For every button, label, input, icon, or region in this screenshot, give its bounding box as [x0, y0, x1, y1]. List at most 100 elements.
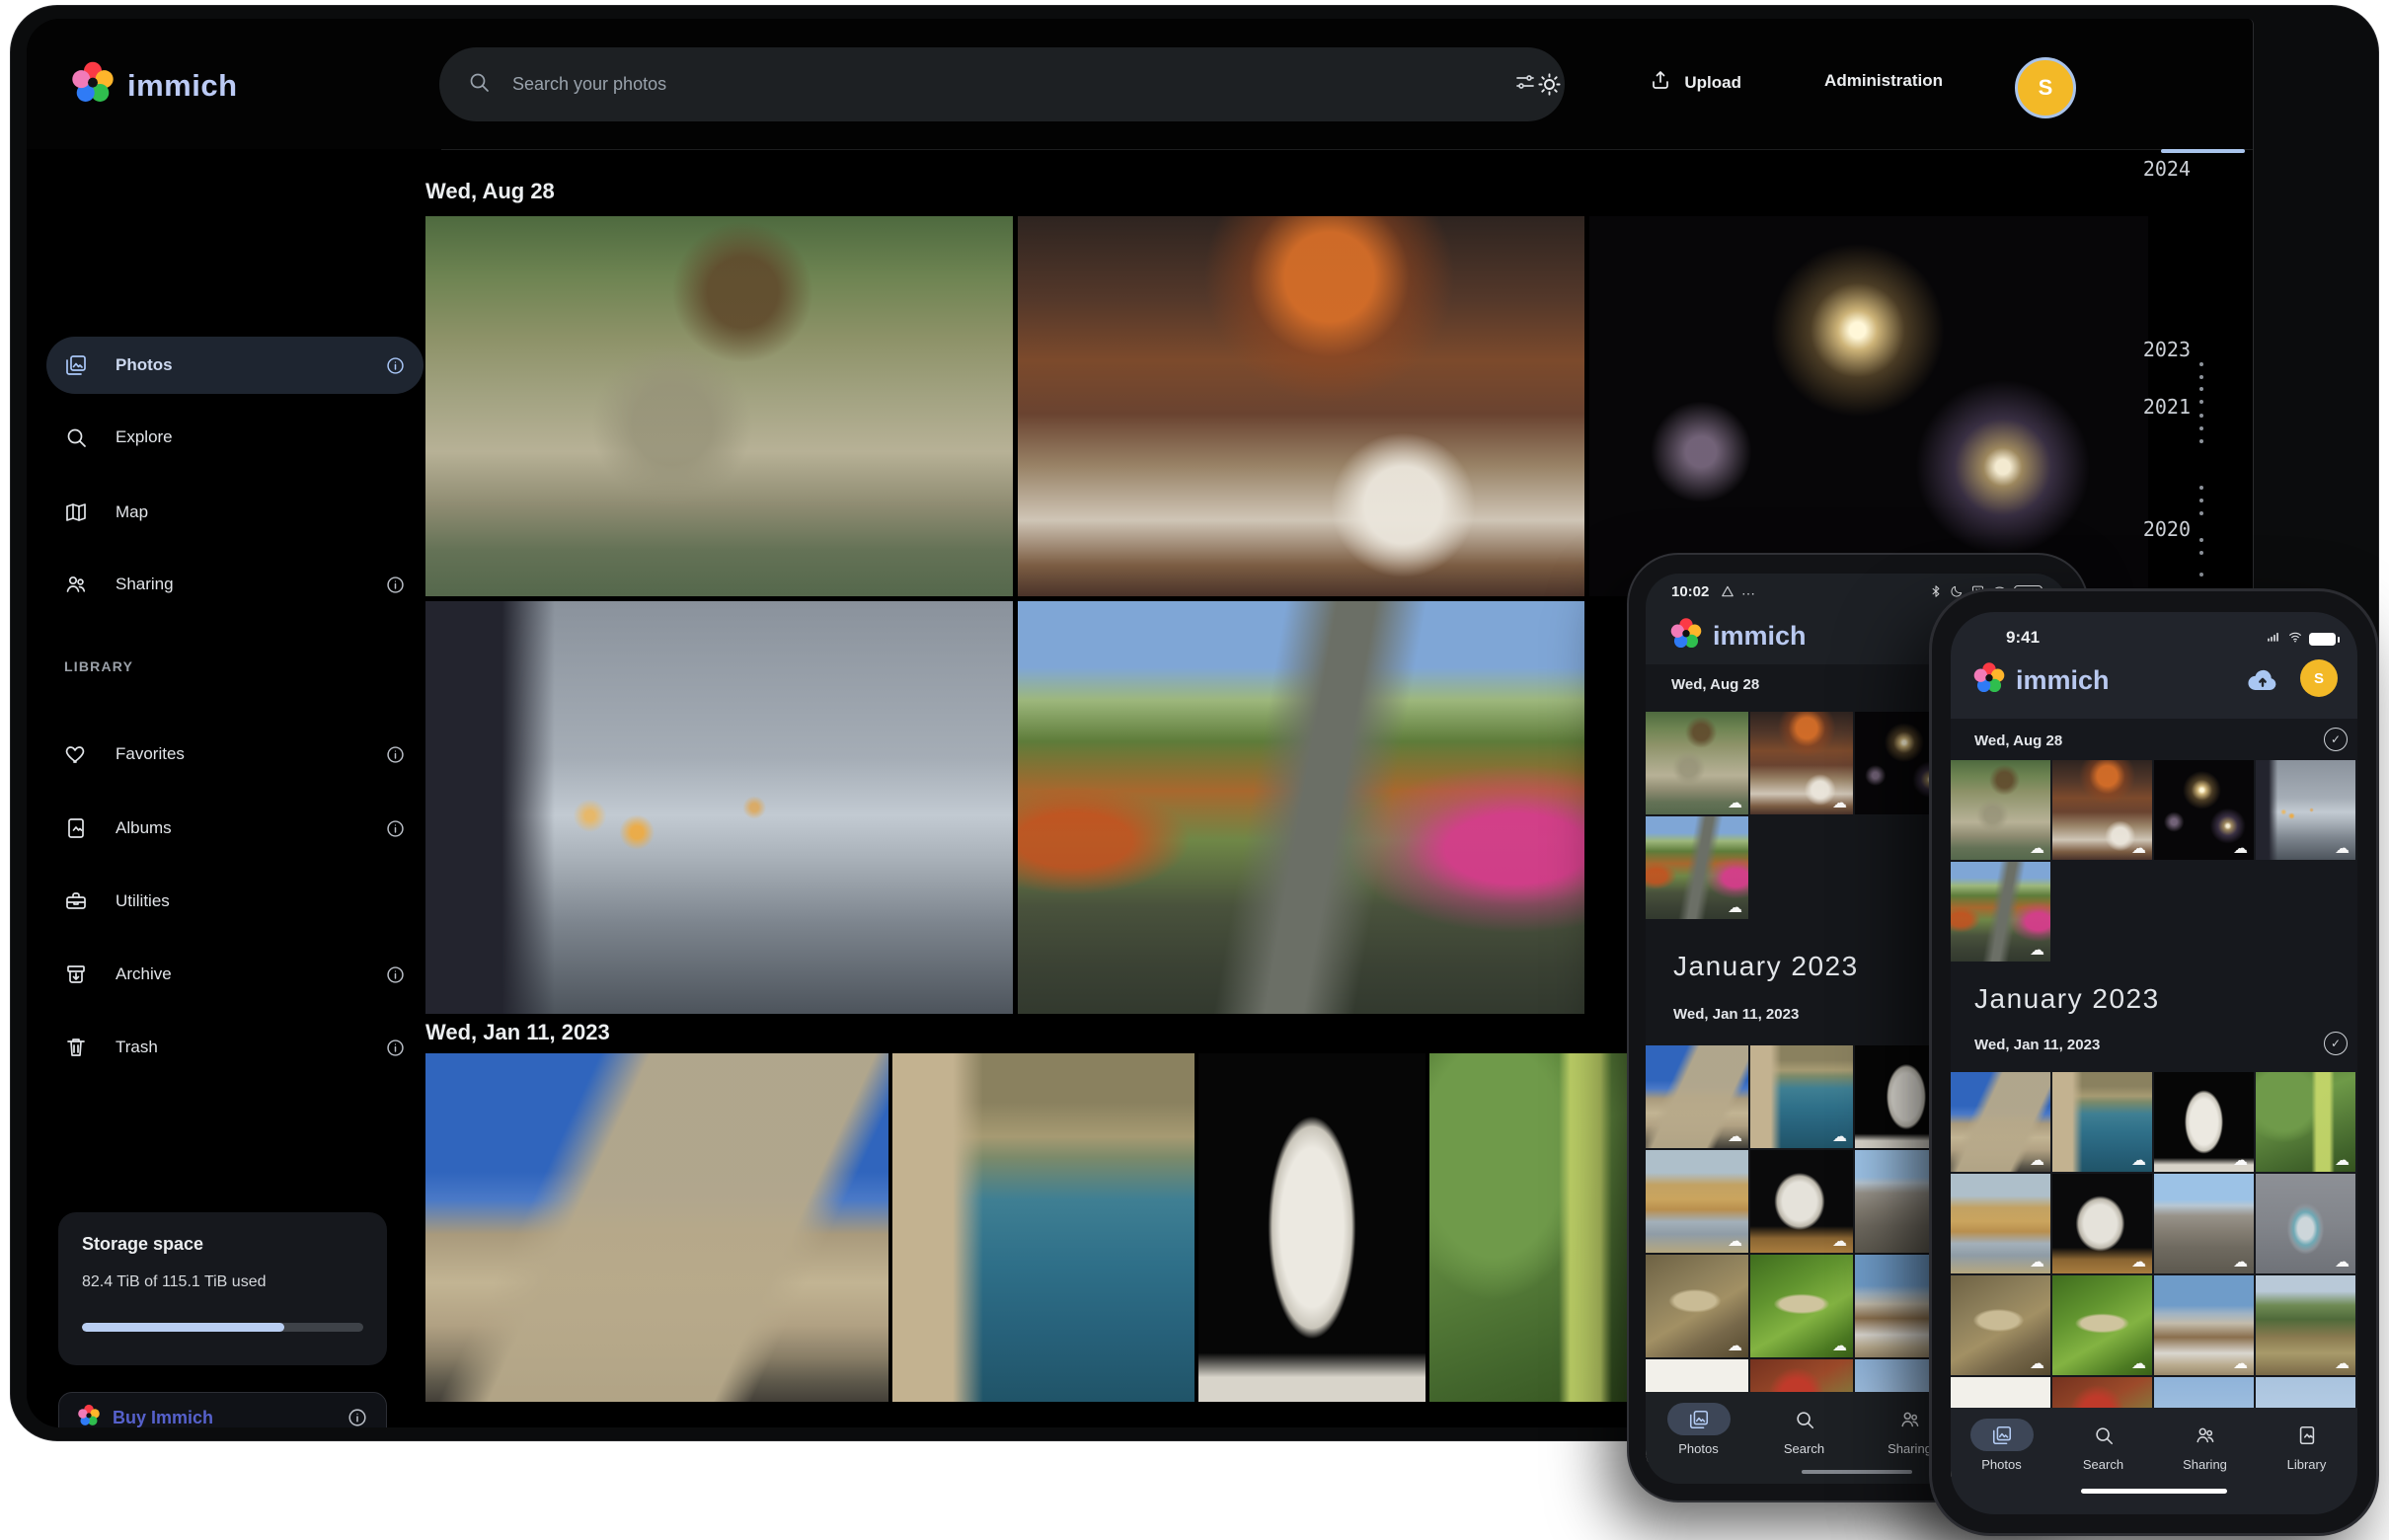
- photo-lizard2[interactable]: ☁: [1750, 1255, 1853, 1357]
- home-indicator[interactable]: [1802, 1470, 1912, 1474]
- photo-berries[interactable]: ☁: [2256, 1072, 2355, 1172]
- administration-link[interactable]: Administration: [1824, 71, 1943, 91]
- select-day-check-icon[interactable]: ✓: [2324, 1032, 2348, 1055]
- sidebar-item-favorites[interactable]: Favorites: [46, 726, 424, 783]
- scrubber-dot[interactable]: [2199, 400, 2203, 404]
- photo-bust[interactable]: ☁: [2154, 1072, 2254, 1172]
- cloud-sync-icon: ☁: [2233, 1356, 2248, 1371]
- sidebar-item-photos[interactable]: Photos: [46, 337, 424, 394]
- nav-tab-photos[interactable]: Photos: [1646, 1392, 1751, 1484]
- immich-logo[interactable]: immich: [70, 60, 238, 111]
- info-icon[interactable]: [385, 355, 406, 376]
- info-icon[interactable]: [385, 818, 406, 839]
- scrubber-dot[interactable]: [2199, 486, 2203, 490]
- photo-coastal[interactable]: [892, 1053, 1194, 1402]
- cloud-sync-icon: ☁: [2030, 943, 2044, 958]
- photo-hands[interactable]: ☁: [2256, 760, 2355, 860]
- photo-fortress[interactable]: ☁: [1646, 1045, 1748, 1148]
- upload-icon: [1649, 68, 1672, 97]
- info-icon[interactable]: [385, 964, 406, 985]
- status-time: 10:02: [1671, 583, 1709, 600]
- sidebar-item-explore[interactable]: Explore: [46, 409, 424, 466]
- scrubber-dot[interactable]: [2199, 551, 2203, 555]
- photo-dinner[interactable]: ☁: [1750, 712, 1853, 814]
- info-icon[interactable]: [347, 1407, 368, 1427]
- info-icon[interactable]: [385, 744, 406, 765]
- cloud-sync-icon: ☁: [2233, 841, 2248, 856]
- nav-tab-library[interactable]: Library: [2256, 1408, 2357, 1514]
- theme-toggle-sun-icon[interactable]: [1536, 71, 1563, 103]
- photo-lizard2[interactable]: ☁: [2052, 1275, 2152, 1375]
- photo-coastal[interactable]: ☁: [2052, 1072, 2152, 1172]
- sidebar-item-albums[interactable]: Albums: [46, 800, 424, 857]
- photo-monkeys[interactable]: ☁: [1951, 760, 2050, 860]
- photo-coastal[interactable]: ☁: [1750, 1045, 1853, 1148]
- immich-mobile-app: 9:41 immich S Wed, Aug 28 ✓ ☁☁☁☁☁ Januar…: [1951, 612, 2357, 1514]
- scrubber-year-2020[interactable]: 2020: [2121, 517, 2191, 541]
- scrubber-dot[interactable]: [2199, 426, 2203, 430]
- sidebar-item-map[interactable]: Map: [46, 484, 424, 541]
- nav-tab-photos[interactable]: Photos: [1951, 1408, 2052, 1514]
- photo-fireworks[interactable]: [1589, 216, 2148, 596]
- scrubber-year-2024[interactable]: 2024: [2121, 157, 2191, 181]
- select-day-check-icon[interactable]: ✓: [2324, 728, 2348, 751]
- scrubber-dot[interactable]: [2199, 538, 2203, 542]
- scrubber-dot[interactable]: [2199, 375, 2203, 379]
- scrubber-year-2021[interactable]: 2021: [2121, 395, 2191, 419]
- photo-cliff[interactable]: ☁: [1646, 1150, 1748, 1253]
- scrubber-dot[interactable]: [2199, 387, 2203, 391]
- photo-fortress[interactable]: ☁: [1951, 1072, 2050, 1172]
- photo-cliff[interactable]: ☁: [1951, 1174, 2050, 1273]
- photo-ornament[interactable]: ☁: [2256, 1174, 2355, 1273]
- scrubber-dot[interactable]: [2199, 439, 2203, 443]
- upload-button[interactable]: Upload: [1649, 68, 1741, 97]
- photo-monkeys[interactable]: [425, 216, 1013, 596]
- user-avatar[interactable]: S: [2015, 57, 2076, 118]
- photo-bust[interactable]: [1198, 1053, 1426, 1402]
- sidebar-item-utilities[interactable]: Utilities: [46, 873, 424, 930]
- photo-autumn[interactable]: ☁: [1646, 816, 1748, 919]
- photo-dinner[interactable]: [1018, 216, 1584, 596]
- trash-icon: [64, 1036, 88, 1059]
- backup-cloud-icon[interactable]: [2245, 663, 2280, 704]
- nav-tab-sharing[interactable]: Sharing: [2154, 1408, 2256, 1514]
- nav-tab-search[interactable]: Search: [2052, 1408, 2154, 1514]
- sidebar-item-label: Explore: [116, 427, 406, 447]
- info-icon[interactable]: [385, 575, 406, 595]
- photo-monkeys[interactable]: ☁: [1646, 712, 1748, 814]
- photo-figure[interactable]: ☁: [2052, 1174, 2152, 1273]
- scrubber-year-2023[interactable]: 2023: [2121, 338, 2191, 361]
- photo-lizard1[interactable]: ☁: [1646, 1255, 1748, 1357]
- home-indicator[interactable]: [2081, 1489, 2227, 1494]
- photo-fireworks[interactable]: ☁: [2154, 760, 2254, 860]
- info-icon[interactable]: [385, 1038, 406, 1058]
- scrubber-dot[interactable]: [2199, 511, 2203, 515]
- photo-ruins[interactable]: ☁: [2154, 1174, 2254, 1273]
- photo-dinner[interactable]: ☁: [2052, 760, 2152, 860]
- photo-church[interactable]: ☁: [2154, 1275, 2254, 1375]
- date-header-aug: Wed, Aug 28: [425, 179, 555, 204]
- scrubber-dot[interactable]: [2199, 362, 2203, 366]
- scrubber-dot[interactable]: [2199, 573, 2203, 577]
- scrubber-position-indicator[interactable]: [2161, 149, 2245, 153]
- photo-lizard1[interactable]: ☁: [1951, 1275, 2050, 1375]
- scrubber-dot[interactable]: [2199, 499, 2203, 502]
- user-avatar[interactable]: S: [2300, 659, 2338, 697]
- photo-autumn[interactable]: ☁: [1951, 862, 2050, 962]
- search-input[interactable]: Search your photos: [439, 47, 1565, 121]
- photo-fortress[interactable]: [425, 1053, 888, 1402]
- sidebar-item-trash[interactable]: Trash: [46, 1019, 424, 1076]
- sidebar-item-archive[interactable]: Archive: [46, 946, 424, 1003]
- photo-figure[interactable]: ☁: [1750, 1150, 1853, 1253]
- sidebar-item-sharing[interactable]: Sharing: [46, 556, 424, 613]
- photo-berries[interactable]: [1429, 1053, 1660, 1402]
- immich-logo: immich: [1669, 617, 1807, 655]
- photo-farm[interactable]: ☁: [2256, 1275, 2355, 1375]
- filter-icon[interactable]: [1513, 70, 1537, 99]
- photo-autumn[interactable]: [1018, 601, 1584, 1014]
- buy-immich-button[interactable]: Buy Immich: [58, 1392, 387, 1427]
- bluetooth-icon: [1929, 584, 1943, 603]
- heart-icon: [64, 742, 88, 766]
- scrubber-dot[interactable]: [2199, 414, 2203, 418]
- photo-hands[interactable]: [425, 601, 1013, 1014]
